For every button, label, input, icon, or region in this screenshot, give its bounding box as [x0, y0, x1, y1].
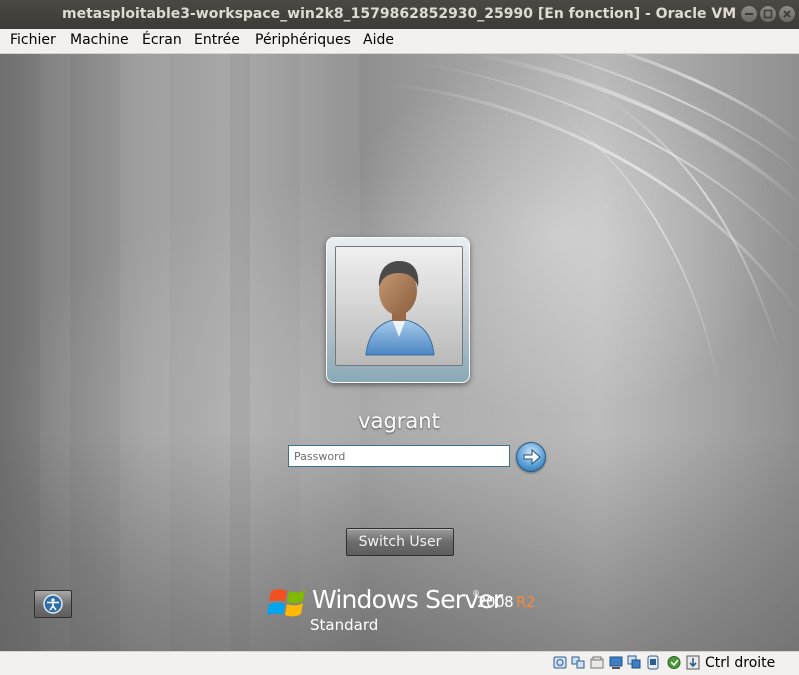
display-icon[interactable] — [667, 655, 681, 670]
close-button[interactable] — [779, 6, 795, 22]
window-titlebar[interactable]: metasploitable3-workspace_win2k8_1579862… — [0, 0, 799, 29]
close-icon — [783, 10, 791, 18]
host-key-label: Ctrl droite — [705, 655, 776, 671]
maximize-button[interactable] — [760, 6, 776, 22]
optical-drive-icon[interactable] — [571, 655, 585, 670]
user-avatar-tile[interactable] — [326, 237, 470, 383]
brand-edition: Standard — [310, 616, 379, 634]
status-bar: Ctrl droite — [0, 651, 799, 675]
audio-icon[interactable] — [590, 655, 604, 670]
usb-icon[interactable] — [627, 655, 641, 670]
menu-ecran[interactable]: Écran — [142, 32, 182, 48]
vm-screen[interactable]: vagrant Switch User Windows Server ® 200… — [0, 54, 799, 651]
submit-login-button[interactable] — [516, 442, 546, 472]
mouse-integration-icon[interactable] — [686, 655, 700, 670]
arrow-right-icon — [523, 448, 541, 466]
minimize-button[interactable] — [741, 6, 757, 22]
brand-release: R2 — [516, 593, 535, 611]
shared-folders-icon[interactable] — [646, 655, 660, 670]
windows-server-logo: Windows Server ® 2008 R2 Standard — [267, 577, 557, 637]
ease-of-access-icon — [43, 594, 63, 614]
maximize-icon — [763, 9, 773, 19]
windows-flag-icon — [267, 589, 305, 617]
menu-aide[interactable]: Aide — [363, 32, 394, 48]
password-field[interactable] — [288, 445, 510, 467]
brand-version: 2008 — [477, 593, 514, 611]
menu-fichier[interactable]: Fichier — [10, 32, 56, 48]
menu-machine[interactable]: Machine — [70, 32, 129, 48]
avatar — [335, 246, 463, 366]
ease-of-access-button[interactable] — [34, 590, 72, 618]
minimize-icon — [745, 13, 753, 15]
menu-entree[interactable]: Entrée — [194, 32, 240, 48]
switch-user-button[interactable]: Switch User — [346, 528, 454, 556]
user-avatar-icon — [365, 261, 435, 356]
network-icon[interactable] — [609, 655, 623, 670]
hard-disk-icon[interactable] — [553, 655, 567, 670]
window-title: metasploitable3-workspace_win2k8_1579862… — [62, 6, 738, 22]
menu-bar: Fichier Machine Écran Entrée Périphériqu… — [0, 29, 799, 54]
menu-peripheriques[interactable]: Périphériques — [255, 32, 351, 48]
username-label: vagrant — [358, 409, 440, 433]
